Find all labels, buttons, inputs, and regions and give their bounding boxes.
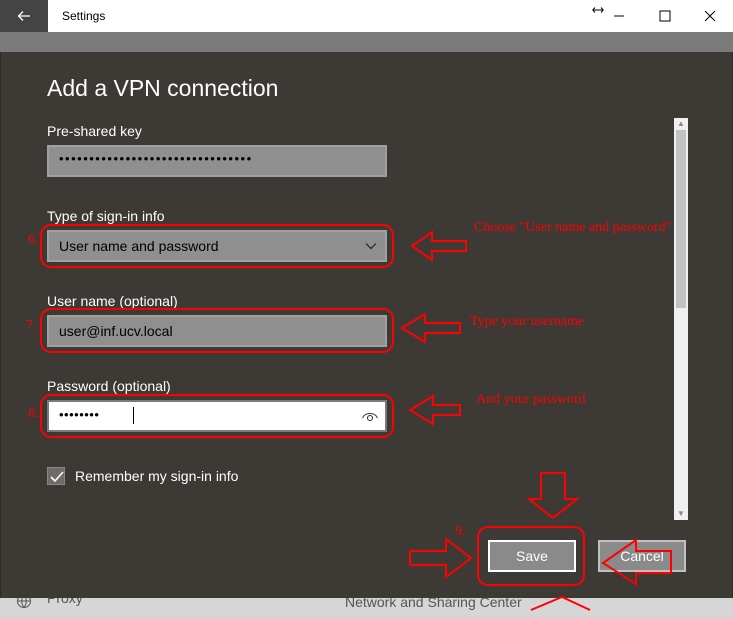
- annotation-overlay: [40, 224, 672, 611]
- arrow-up-bottom: [530, 595, 591, 611]
- annotation-step6: 6.: [28, 232, 39, 247]
- highlight-save: [477, 526, 585, 586]
- arrow-down-save: [526, 472, 580, 520]
- highlight-signin-type: [40, 224, 394, 268]
- annotation-step8: 8.: [28, 406, 39, 421]
- arrow-step8: [408, 394, 461, 426]
- annotation-note8: And your password: [476, 392, 586, 407]
- annotation-note6: Choose "User name and password": [474, 220, 672, 235]
- annotation-step7: 7.: [26, 318, 37, 333]
- arrow-right-save: [409, 536, 473, 580]
- arrow-left-cancel: [601, 538, 672, 586]
- arrow-step6: [410, 230, 467, 262]
- highlight-username: [40, 308, 394, 353]
- annotation-note7: Type your username: [470, 314, 585, 329]
- annotation-step9: 9.: [455, 524, 466, 539]
- arrow-step7: [400, 312, 461, 344]
- highlight-password: [40, 394, 394, 438]
